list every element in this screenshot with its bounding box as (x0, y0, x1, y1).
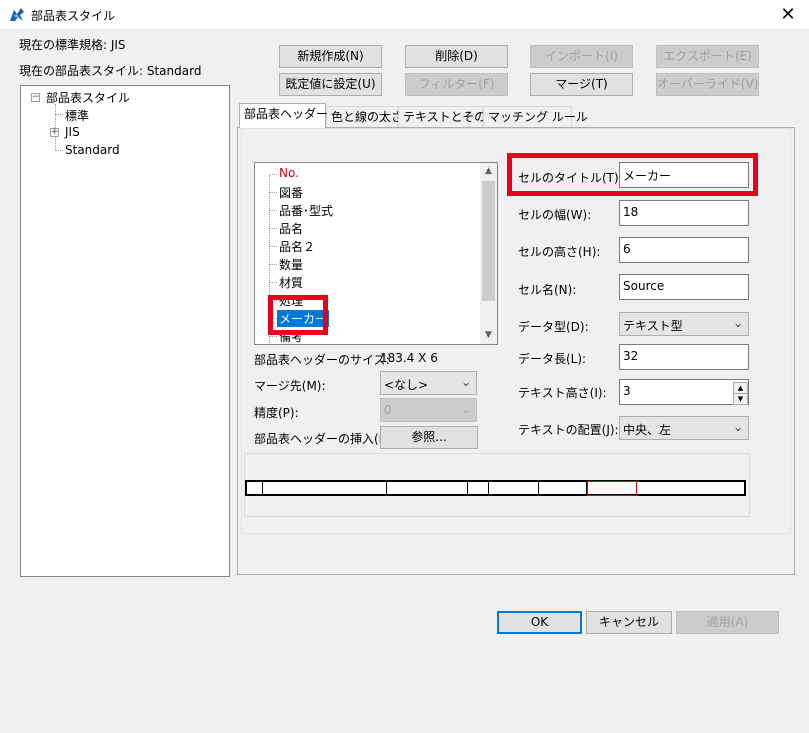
tree-item-jis[interactable]: JIS (65, 125, 80, 139)
scroll-down-icon[interactable]: ▼ (480, 327, 497, 344)
header-list-item[interactable]: 品番･型式 (279, 202, 333, 219)
tree-line (270, 174, 277, 175)
current-standard-label: 現在の標準規格: JIS (19, 38, 126, 52)
header-list-item[interactable]: 材質 (279, 274, 303, 291)
tree-line (55, 114, 63, 115)
text-height-label: テキスト高さ(I): (518, 386, 607, 400)
header-preview (245, 480, 746, 496)
new-button[interactable]: 新規作成(N) (279, 45, 382, 68)
tree-line (270, 192, 277, 193)
data-type-label: データ型(D): (518, 320, 589, 334)
tab-text-other[interactable]: テキストとその他 (398, 106, 498, 128)
precision-select[interactable]: 0 ⌄ (380, 398, 477, 422)
cell-name-input[interactable]: Source (619, 274, 749, 300)
cell-height-input[interactable]: 6 (619, 237, 749, 263)
style-tree[interactable]: − 部品表スタイル 標準 + JIS Standard (20, 85, 230, 577)
merge-target-value: <なし> (384, 378, 429, 392)
current-bom-style-label: 現在の部品表スタイル: Standard (19, 64, 202, 78)
cell-height-label: セルの高さ(H): (518, 245, 601, 259)
annotation-highlight-title (507, 153, 758, 196)
expand-icon[interactable]: + (50, 128, 59, 137)
tree-line (270, 228, 277, 229)
window-title: 部品表スタイル (31, 9, 116, 23)
cancel-button[interactable]: キャンセル (586, 611, 672, 634)
text-align-label: テキストの配置(J): (518, 423, 619, 437)
tree-line (270, 246, 277, 247)
merge-button[interactable]: マージ(T) (530, 73, 633, 96)
apply-button[interactable]: 適用(A) (676, 611, 779, 634)
tree-line (270, 336, 277, 337)
browse-button[interactable]: 参照... (380, 426, 478, 449)
delete-button[interactable]: 削除(D) (405, 45, 508, 68)
scroll-thumb[interactable] (482, 181, 495, 301)
data-type-select[interactable]: テキスト型 ⌄ (619, 312, 749, 336)
ok-button[interactable]: OK (497, 611, 582, 634)
tree-line (270, 210, 277, 211)
scroll-up-icon[interactable]: ▲ (480, 163, 497, 180)
text-align-select[interactable]: 中央、左 ⌄ (619, 416, 749, 440)
precision-label: 精度(P): (254, 406, 299, 420)
chevron-down-icon: ⌄ (460, 375, 471, 389)
tab-bom-header[interactable]: 部品表ヘッダー (239, 103, 328, 128)
header-size-label: 部品表ヘッダーのサイズ: (254, 353, 390, 367)
tree-item-standard-jp[interactable]: 標準 (65, 107, 89, 124)
preview-cell (247, 482, 263, 494)
preview-cell (263, 482, 387, 494)
data-length-input[interactable]: 32 (619, 344, 749, 370)
close-icon[interactable]: ✕ (773, 2, 803, 28)
text-height-input[interactable]: 3 (619, 379, 749, 405)
header-list-item[interactable]: No. (279, 166, 299, 180)
tree-line (270, 264, 277, 265)
chevron-down-icon: ⌄ (460, 402, 471, 416)
title-bar (0, 0, 809, 30)
tree-line (270, 282, 277, 283)
preview-cell-selected (587, 481, 637, 496)
annotation-highlight-list (268, 295, 328, 335)
collapse-icon[interactable]: − (31, 93, 40, 102)
override-button[interactable]: オーバーライド(V) (656, 73, 759, 96)
spin-down-icon[interactable]: ▼ (733, 393, 748, 405)
preview-cell (539, 482, 587, 494)
preview-cell (468, 482, 489, 494)
precision-value: 0 (384, 403, 392, 417)
merge-target-select[interactable]: <なし> ⌄ (380, 371, 477, 395)
data-length-label: データ長(L): (518, 352, 587, 366)
text-align-value: 中央、左 (623, 423, 672, 437)
set-default-button[interactable]: 既定値に設定(U) (279, 73, 382, 96)
header-list-item[interactable]: 品名２ (279, 238, 315, 255)
header-list-item[interactable]: 数量 (279, 256, 303, 273)
cell-width-input[interactable]: 18 (619, 200, 749, 226)
chevron-down-icon: ⌄ (732, 316, 743, 330)
chevron-down-icon: ⌄ (732, 420, 743, 434)
tab-color-lineweight[interactable]: 色と線の太さ (326, 106, 403, 128)
merge-target-label: マージ先(M): (254, 379, 326, 393)
tree-item-standard[interactable]: Standard (65, 143, 120, 157)
preview-cell (489, 482, 539, 494)
list-scrollbar[interactable]: ▲ ▼ (480, 163, 497, 344)
tab-matching-rule[interactable]: マッチング ルール (483, 106, 588, 128)
export-button[interactable]: エクスポート(E) (656, 45, 759, 68)
cell-name-label: セル名(N): (518, 283, 577, 297)
import-button[interactable]: インポート(I) (530, 45, 633, 68)
app-icon (10, 8, 24, 21)
filter-button[interactable]: フィルター(F) (405, 73, 508, 96)
tree-root[interactable]: 部品表スタイル (46, 89, 130, 106)
preview-cell (387, 482, 468, 494)
tree-line (55, 150, 63, 151)
cell-width-label: セルの幅(W): (518, 208, 592, 222)
insert-header-label: 部品表ヘッダーの挿入(I): (254, 432, 391, 446)
data-type-value: テキスト型 (623, 319, 683, 333)
header-list-item[interactable]: 品名 (279, 220, 303, 237)
header-size-value: 183.4 X 6 (380, 351, 438, 365)
header-list-item[interactable]: 図番 (279, 184, 303, 201)
